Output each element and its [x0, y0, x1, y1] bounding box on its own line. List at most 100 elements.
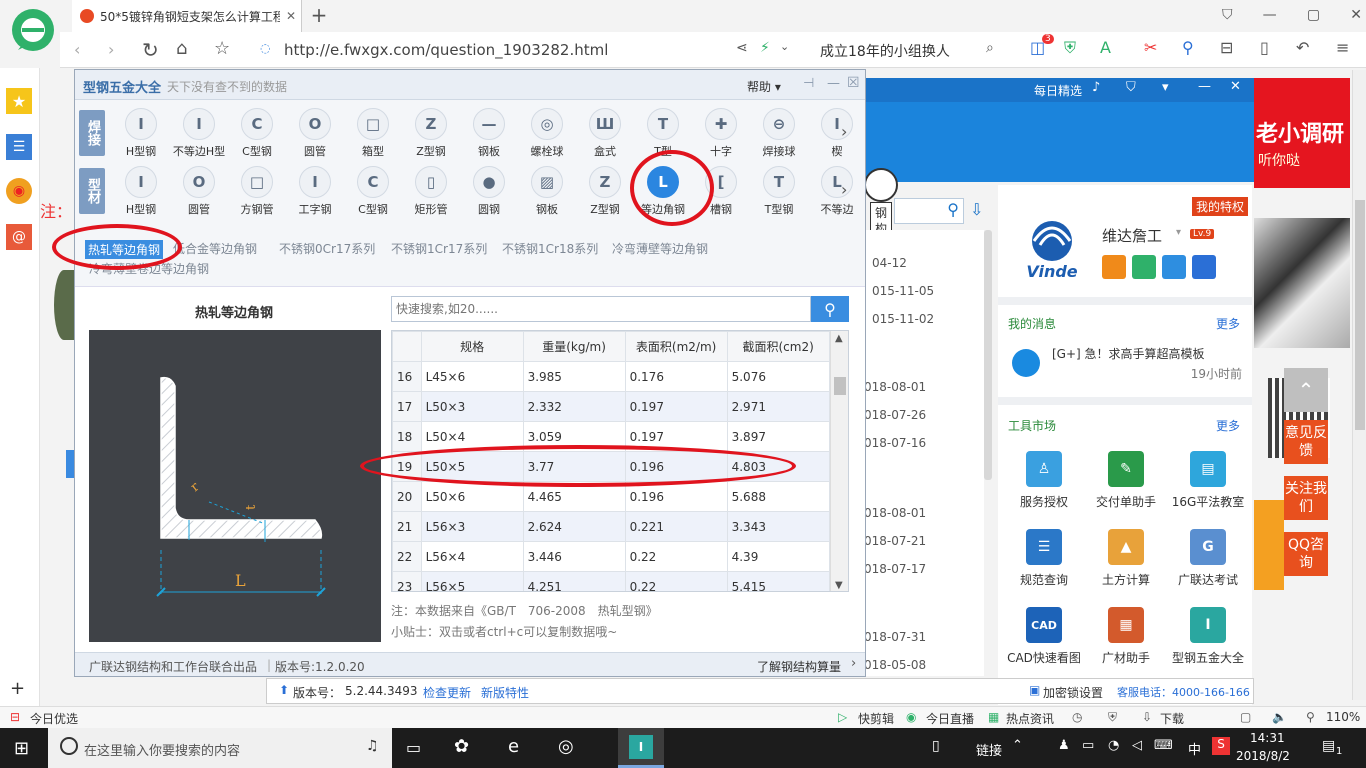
favorite-star-icon[interactable]: ☆: [214, 38, 230, 59]
refresh-icon[interactable]: ↻: [142, 38, 159, 62]
table-row[interactable]: 17 L50×3 2.332 0.197 2.971: [392, 391, 848, 422]
minimize-icon[interactable]: —: [1263, 7, 1277, 23]
header-spec[interactable]: 规格: [420, 331, 524, 362]
category-side-welded[interactable]: 焊接: [79, 110, 105, 156]
list-sidebar-icon[interactable]: ☰: [6, 134, 32, 160]
taskbar-gap-icon[interactable]: ▯: [932, 738, 940, 754]
tool-item[interactable]: ☰ 规范查询: [1006, 529, 1082, 588]
flash-icon[interactable]: ⚡: [760, 40, 770, 56]
category-item[interactable]: O 圆管: [287, 108, 343, 159]
mobile-icon[interactable]: ▯: [1260, 38, 1269, 57]
category-item[interactable]: L 不等边: [809, 166, 865, 217]
favorites-sidebar-icon[interactable]: ★: [6, 88, 32, 114]
panel-menu-icon[interactable]: ▾: [1162, 80, 1169, 95]
category-item[interactable]: — 钢板: [461, 108, 517, 159]
app-icon-2[interactable]: [1132, 255, 1156, 279]
browser-logo[interactable]: [10, 6, 56, 58]
tray-wifi-icon[interactable]: ◔: [1108, 738, 1119, 753]
tool-item[interactable]: ♙ 服务授权: [1006, 451, 1082, 510]
tools-more[interactable]: 更多: [1216, 417, 1240, 434]
bell-icon[interactable]: ♪: [1092, 80, 1100, 95]
check-update-link[interactable]: 检查更新: [423, 684, 471, 701]
add-sidebar-icon[interactable]: +: [10, 678, 25, 699]
float-follow[interactable]: 关注我们: [1284, 476, 1328, 520]
share-icon[interactable]: ⋖: [736, 40, 748, 56]
browser-tab[interactable]: 50*5镀锌角钢短支架怎么计算工程 ✕: [72, 0, 302, 32]
status-shield-icon[interactable]: ⛨: [1108, 710, 1117, 725]
panel-search-icon[interactable]: ⚲: [947, 200, 959, 219]
new-tab-button[interactable]: +: [308, 3, 330, 27]
category-item[interactable]: ◎ 螺栓球: [519, 108, 575, 159]
status-clip[interactable]: 快剪辑: [858, 710, 894, 727]
category-side-profile[interactable]: 型材: [79, 168, 105, 214]
shirt-icon[interactable]: ⛉: [1222, 7, 1233, 23]
search-icon[interactable]: ⌕: [986, 40, 994, 56]
category-item[interactable]: ● 圆钢: [461, 166, 517, 217]
email-sidebar-icon[interactable]: @: [6, 224, 32, 250]
sub-tab[interactable]: 不锈钢1Cr17系列: [391, 240, 487, 257]
close-window-icon[interactable]: ✕: [1350, 7, 1362, 23]
scroll-up-icon[interactable]: ▲: [835, 333, 843, 344]
app-icon-3[interactable]: [1162, 255, 1186, 279]
category-item[interactable]: C C型钢: [229, 108, 285, 159]
message-text[interactable]: [G+] 急！求高手算超高模板: [1052, 345, 1205, 362]
skin-icon[interactable]: ⛉: [1126, 80, 1136, 95]
category-item[interactable]: I H型钢: [113, 108, 169, 159]
lock-settings-link[interactable]: 加密锁设置: [1043, 684, 1103, 701]
panel-dl-icon[interactable]: ⇩: [970, 200, 983, 219]
header-surface[interactable]: 表面积(m2/m): [624, 331, 728, 362]
footer-arrow-icon[interactable]: ›: [851, 656, 856, 671]
status-download[interactable]: 下载: [1160, 710, 1184, 727]
category-item[interactable]: Z Z型钢: [403, 108, 459, 159]
undo-icon[interactable]: ↶: [1296, 38, 1309, 57]
category-item[interactable]: □ 方钢管: [229, 166, 285, 217]
row1-next-icon[interactable]: ›: [841, 122, 847, 141]
category-item[interactable]: Ш 盒式: [577, 108, 633, 159]
ie-icon[interactable]: e: [508, 736, 519, 757]
translate-icon[interactable]: A: [1100, 38, 1111, 57]
address-bar[interactable]: http://e.fwxgx.com/question_1903282.html: [284, 41, 608, 59]
tray-notify-icon[interactable]: ♟: [1058, 738, 1070, 753]
tray-volume-icon[interactable]: ◁: [1132, 738, 1142, 753]
status-mute-icon[interactable]: 🔈: [1272, 710, 1287, 724]
header-area[interactable]: 截面积(cm2): [726, 331, 830, 362]
start-icon[interactable]: ⊞: [14, 738, 29, 759]
dialog-minimize-icon[interactable]: —: [827, 76, 840, 91]
tool-item[interactable]: I 型钢五金大全: [1170, 607, 1246, 666]
quick-search-button[interactable]: ⚲: [811, 296, 849, 322]
app-icon-1[interactable]: [1102, 255, 1126, 279]
footer-learn-link[interactable]: 了解钢结构算量: [757, 658, 841, 675]
status-today[interactable]: 今日优选: [30, 710, 78, 727]
active-app-icon[interactable]: I: [618, 728, 664, 768]
tool-item[interactable]: ▲ 土方计算: [1088, 529, 1164, 588]
tray-ime[interactable]: 中: [1188, 739, 1201, 758]
new-features-link[interactable]: 新版特性: [481, 684, 529, 701]
category-item[interactable]: I H型钢: [113, 166, 169, 217]
quick-search-input[interactable]: [391, 296, 811, 322]
weibo-sidebar-icon[interactable]: ◉: [6, 178, 32, 204]
scroll-top-button[interactable]: ⌃: [1284, 368, 1328, 412]
status-window-icon[interactable]: ▢: [1240, 710, 1251, 724]
forward-icon[interactable]: ›: [108, 40, 114, 59]
taskbar-search[interactable]: 在这里输入你要搜索的内容 ♫: [48, 728, 392, 768]
dialog-close-icon[interactable]: ☒: [847, 75, 860, 91]
status-news[interactable]: 热点资讯: [1006, 710, 1054, 727]
pin-icon[interactable]: ⊣: [803, 76, 814, 91]
status-zoom-icon[interactable]: ⚲: [1306, 710, 1315, 724]
fan-app-icon[interactable]: ✿: [454, 736, 469, 757]
category-item[interactable]: C C型钢: [345, 166, 401, 217]
tab-close-icon[interactable]: ✕: [286, 9, 296, 23]
shield-icon[interactable]: ⛨: [1064, 38, 1076, 58]
tool-item[interactable]: CAD CAD快速看图: [1006, 607, 1082, 666]
task-view-icon[interactable]: ▭: [406, 738, 421, 757]
table-scrollbar[interactable]: ▲ ▼: [830, 331, 848, 591]
dropdown-icon[interactable]: ⌄: [780, 40, 789, 53]
tray-keyboard-icon[interactable]: ⌨: [1154, 738, 1173, 753]
privilege-badge[interactable]: 我的特权: [1191, 197, 1248, 216]
back-icon[interactable]: ‹: [74, 40, 80, 59]
chat-app-icon[interactable]: ◎: [558, 736, 574, 757]
panel-close-icon[interactable]: ✕: [1230, 79, 1241, 94]
panel-minimize-icon[interactable]: —: [1198, 79, 1211, 94]
view-icon[interactable]: ⊟: [1220, 38, 1233, 57]
menu-icon[interactable]: ≡: [1336, 38, 1349, 57]
